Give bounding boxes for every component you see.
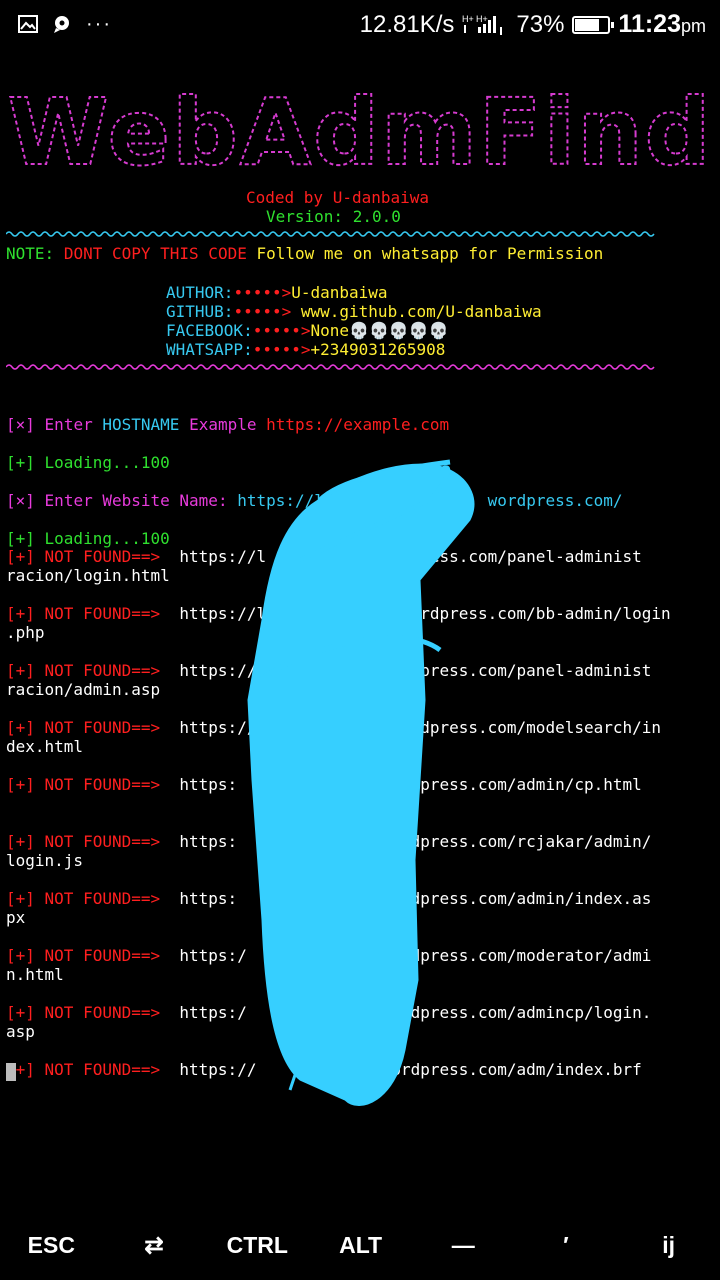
result-url-continued: asp <box>6 1022 35 1041</box>
result-url-continued: racion/login.html <box>6 566 170 585</box>
ctrl-key[interactable]: CTRL <box>227 1232 288 1259</box>
terminal-cursor <box>6 1063 16 1081</box>
info-row: WHATSAPP:•••••>+2349031265908 <box>166 340 445 359</box>
result-url: https://l press.com/panel-administ <box>160 547 642 566</box>
svg-text:H+: H+ <box>476 14 488 24</box>
result-status: [+] NOT FOUND==> <box>6 1003 161 1022</box>
divider-top <box>6 231 655 237</box>
info-arrow: •••••> <box>233 283 292 302</box>
result-line: [+] NOT FOUND==> https:/ g.wordpress.com… <box>6 946 651 965</box>
note-line: NOTE: DONT COPY THIS CODE Follow me on w… <box>6 244 604 263</box>
divider-bottom <box>6 364 655 370</box>
info-key: AUTHOR: <box>166 283 234 302</box>
result-status: [+] NOT FOUND==> <box>6 718 161 737</box>
info-key: FACEBOOK: <box>166 321 253 340</box>
result-url: https:// g.wordpress.com/adm/index.brf <box>160 1060 642 1079</box>
signal-icon: H+ H+ <box>462 14 503 35</box>
clock: 11:23pm <box>618 10 706 38</box>
extra-keys-row: ESC ⇄ CTRL ALT — ′ ij <box>0 1210 720 1280</box>
result-status: [+] NOT FOUND==> <box>6 1060 161 1079</box>
result-status: [+] NOT FOUND==> <box>6 547 161 566</box>
result-line: [+] NOT FOUND==> https: g.wordpress.com/… <box>6 775 642 794</box>
info-arrow: •••••> <box>252 340 311 359</box>
banner-title: WebAdmFind <box>7 79 712 186</box>
result-url-continued: px <box>6 908 26 927</box>
swap-key[interactable]: ⇄ <box>124 1232 184 1259</box>
result-url: https:// rordpress.com/modelsearch/in <box>160 718 662 737</box>
result-url-continued: dex.html <box>6 737 84 756</box>
alt-key[interactable]: ALT <box>331 1232 391 1259</box>
result-url-continued: .php <box>6 623 45 642</box>
info-value: U-danbaiwa <box>291 283 388 302</box>
info-value: +2349031265908 <box>310 340 446 359</box>
result-url-continued: n.html <box>6 965 64 984</box>
result-url: https: .wordpress.com/admin/index.as <box>160 889 652 908</box>
result-url-continued: login.js <box>6 851 84 870</box>
result-status: [+] NOT FOUND==> <box>6 889 161 908</box>
battery-icon <box>572 15 615 34</box>
prime-key[interactable]: ′ <box>536 1232 596 1259</box>
dash-key[interactable]: — <box>433 1232 493 1259</box>
banner-art: WebAdmFind <box>6 78 712 187</box>
status-bar: ··· 12.81K/s H+ H+ 73% 11:23pm <box>0 0 720 52</box>
result-line: [+] NOT FOUND==> https:// g.wordpress.co… <box>6 1060 642 1079</box>
info-arrow: •••••> <box>252 321 311 340</box>
result-url: https: g.wordpress.com/rcjakar/admin/ <box>160 832 652 851</box>
result-line: [+] NOT FOUND==> https: g.wordpress.com/… <box>6 832 651 851</box>
result-url-continued: racion/admin.asp <box>6 680 161 699</box>
result-status: [+] NOT FOUND==> <box>6 604 161 623</box>
result-line: [+] NOT FOUND==> https: .wordpress.com/a… <box>6 889 651 908</box>
info-value: www.github.com/U-danbaiwa <box>291 302 542 321</box>
result-line: [+] NOT FOUND==> https://l wordpress.com… <box>6 604 671 623</box>
result-status: [+] NOT FOUND==> <box>6 832 161 851</box>
info-row: FACEBOOK:•••••>None💀💀💀💀💀 <box>166 321 449 340</box>
image-icon <box>18 15 38 33</box>
notification-icons: ··· <box>18 14 112 34</box>
result-line: [+] NOT FOUND==> https:// rordpress.com/… <box>6 718 661 737</box>
coded-by: Coded by U-danbaiwa <box>246 188 430 207</box>
esc-key[interactable]: ESC <box>21 1232 81 1259</box>
result-url: https:// dpress.com/panel-administ <box>160 661 652 680</box>
result-line: [+] NOT FOUND==> https:// dpress.com/pan… <box>6 661 651 680</box>
more-notifications: ··· <box>86 13 112 35</box>
result-status: [+] NOT FOUND==> <box>6 775 161 794</box>
website-prompt: [×] Enter Website Name: https://l wordpr… <box>6 491 623 510</box>
version: Version: 2.0.0 <box>266 207 401 226</box>
network-speed: 12.81K/s <box>359 10 455 38</box>
svg-text:H+: H+ <box>462 14 474 24</box>
info-arrow: •••••> <box>233 302 292 321</box>
hostname-prompt: [×] Enter HOSTNAME Example https://examp… <box>6 415 450 434</box>
info-row: GITHUB:•••••> www.github.com/U-danbaiwa <box>166 302 542 321</box>
info-key: GITHUB: <box>166 302 234 321</box>
info-key: WHATSAPP: <box>166 340 253 359</box>
result-status: [+] NOT FOUND==> <box>6 661 161 680</box>
result-line: [+] NOT FOUND==> https://l press.com/pan… <box>6 547 642 566</box>
chat-icon <box>54 16 69 33</box>
result-url: https:/ g.wordpress.com/admincp/login. <box>160 1003 652 1022</box>
result-status: [+] NOT FOUND==> <box>6 946 161 965</box>
info-row: AUTHOR:•••••>U-danbaiwa <box>166 283 388 302</box>
info-value: None💀💀💀💀💀 <box>310 321 449 340</box>
result-url: https://l wordpress.com/bb-admin/login <box>160 604 671 623</box>
loading-line-2: [+] Loading...100 <box>6 529 170 548</box>
result-url: https: g.wordpress.com/admin/cp.html <box>160 775 642 794</box>
result-line: [+] NOT FOUND==> https:/ g.wordpress.com… <box>6 1003 651 1022</box>
ascii-banner: WebAdmFind <box>0 72 720 192</box>
result-url: https:/ g.wordpress.com/moderator/admi <box>160 946 652 965</box>
battery-percent: 73% <box>516 10 565 38</box>
loading-line-1: [+] Loading...100 <box>6 453 170 472</box>
ij-key[interactable]: ij <box>639 1232 699 1259</box>
